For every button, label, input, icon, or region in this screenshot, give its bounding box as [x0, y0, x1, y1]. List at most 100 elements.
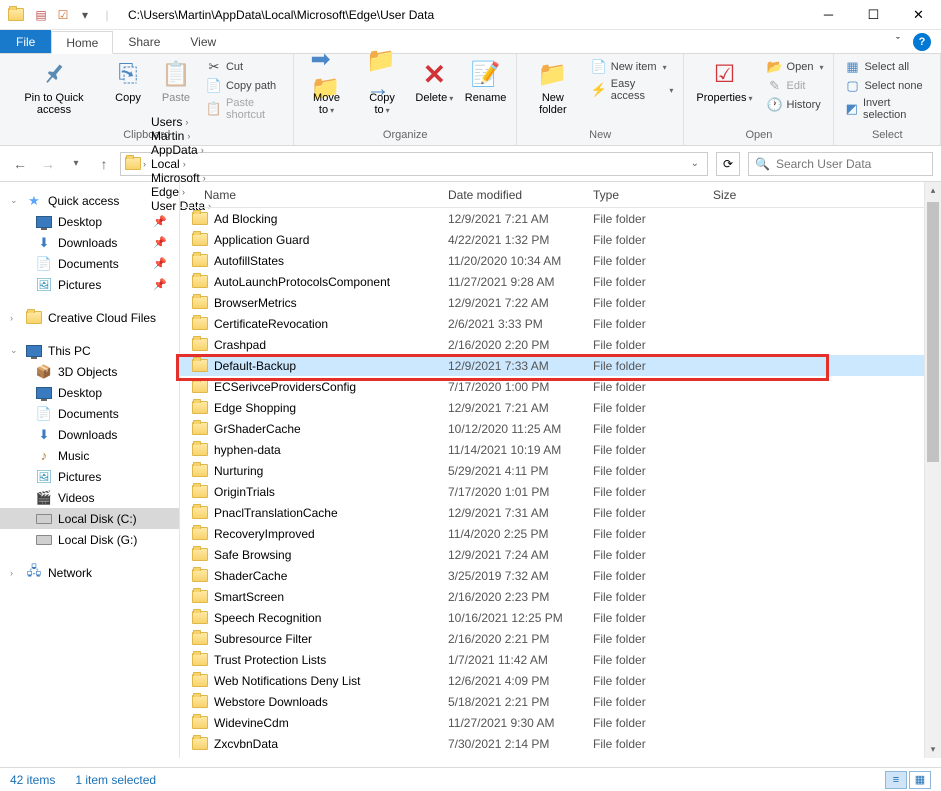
table-row[interactable]: Application Guard4/22/2021 1:32 PMFile f…: [180, 229, 941, 250]
rename-button[interactable]: 📝 Rename: [461, 56, 510, 106]
col-name[interactable]: Name: [180, 188, 440, 202]
icons-view-button[interactable]: ▦: [909, 771, 931, 789]
nav-quick-access[interactable]: ⌄★Quick access: [0, 190, 179, 211]
col-type[interactable]: Type: [585, 188, 705, 202]
table-row[interactable]: WidevineCdm11/27/2021 9:30 AMFile folder: [180, 712, 941, 733]
delete-button[interactable]: ✕ Delete▾: [412, 56, 458, 106]
tab-home[interactable]: Home: [51, 31, 113, 54]
minimize-button[interactable]: ─: [806, 0, 851, 30]
easy-access-button[interactable]: ⚡Easy access▾: [587, 77, 678, 103]
table-row[interactable]: Safe Browsing12/9/2021 7:24 AMFile folde…: [180, 544, 941, 565]
select-all-button[interactable]: ▦Select all: [840, 58, 934, 76]
new-item-button[interactable]: 📄New item▾: [587, 58, 678, 76]
breadcrumb[interactable]: Martin›: [148, 129, 214, 143]
recent-dropdown[interactable]: ▾: [64, 152, 88, 176]
nav-3d[interactable]: 📦3D Objects: [0, 361, 179, 382]
table-row[interactable]: PnaclTranslationCache12/9/2021 7:31 AMFi…: [180, 502, 941, 523]
table-row[interactable]: RecoveryImproved11/4/2020 2:25 PMFile fo…: [180, 523, 941, 544]
scroll-down-icon[interactable]: ▾: [925, 741, 941, 758]
invert-selection-button[interactable]: ◩Invert selection: [840, 96, 934, 122]
nav-downloads[interactable]: ⬇Downloads📌: [0, 232, 179, 253]
copy-button[interactable]: ⎘ Copy: [106, 56, 150, 106]
table-row[interactable]: Subresource Filter2/16/2020 2:21 PMFile …: [180, 628, 941, 649]
table-row[interactable]: OriginTrials7/17/2020 1:01 PMFile folder: [180, 481, 941, 502]
paste-button[interactable]: 📋 Paste: [154, 56, 198, 106]
table-row[interactable]: Webstore Downloads5/18/2021 2:21 PMFile …: [180, 691, 941, 712]
table-row[interactable]: hyphen-data11/14/2021 10:19 AMFile folde…: [180, 439, 941, 460]
file-date: 12/6/2021 4:09 PM: [440, 674, 585, 688]
pin-to-quick-access-button[interactable]: Pin to Quick access: [6, 56, 102, 118]
nav-ccf[interactable]: ›Creative Cloud Files: [0, 307, 179, 328]
col-size[interactable]: Size: [705, 188, 785, 202]
table-row[interactable]: GrShaderCache10/12/2020 11:25 AMFile fol…: [180, 418, 941, 439]
qat-properties-icon[interactable]: ▤: [32, 6, 50, 24]
table-row[interactable]: Web Notifications Deny List12/6/2021 4:0…: [180, 670, 941, 691]
address-dropdown-icon[interactable]: ⌄: [687, 158, 703, 169]
table-row[interactable]: ECSerivceProvidersConfig7/17/2020 1:00 P…: [180, 376, 941, 397]
scroll-thumb[interactable]: [927, 202, 939, 462]
up-button[interactable]: ↑: [92, 152, 116, 176]
table-row[interactable]: CertificateRevocation2/6/2021 3:33 PMFil…: [180, 313, 941, 334]
tab-file[interactable]: File: [0, 30, 51, 53]
forward-button[interactable]: →: [36, 152, 60, 176]
table-row[interactable]: Default-Backup12/9/2021 7:33 AMFile fold…: [180, 355, 941, 376]
help-icon[interactable]: ?: [913, 33, 931, 51]
breadcrumb[interactable]: AppData›: [148, 143, 214, 157]
search-input[interactable]: 🔍 Search User Data: [748, 152, 933, 176]
table-row[interactable]: Edge Shopping12/9/2021 7:21 AMFile folde…: [180, 397, 941, 418]
select-none-button[interactable]: ▢Select none: [840, 77, 934, 95]
address-bar[interactable]: › Users›Martin›AppData›Local›Microsoft›E…: [120, 152, 708, 176]
tab-share[interactable]: Share: [113, 30, 175, 53]
table-row[interactable]: ZxcvbnData7/30/2021 2:14 PMFile folder: [180, 733, 941, 754]
scrollbar[interactable]: ▴ ▾: [924, 182, 941, 758]
table-row[interactable]: Speech Recognition10/16/2021 12:25 PMFil…: [180, 607, 941, 628]
close-button[interactable]: ✕: [896, 0, 941, 30]
table-row[interactable]: Trust Protection Lists1/7/2021 11:42 AMF…: [180, 649, 941, 670]
edit-button[interactable]: ✎Edit: [763, 77, 828, 95]
maximize-button[interactable]: ☐: [851, 0, 896, 30]
nav-music[interactable]: ♪Music: [0, 445, 179, 466]
file-date: 11/27/2021 9:30 AM: [440, 716, 585, 730]
breadcrumb[interactable]: Local›: [148, 157, 214, 171]
ribbon-collapse-icon[interactable]: ˇ: [889, 33, 907, 51]
file-name: Subresource Filter: [214, 632, 312, 646]
table-row[interactable]: Crashpad2/16/2020 2:20 PMFile folder: [180, 334, 941, 355]
back-button[interactable]: ←: [8, 152, 32, 176]
copy-path-button[interactable]: 📄Copy path: [202, 77, 287, 95]
nav-documents2[interactable]: 📄Documents: [0, 403, 179, 424]
nav-pictures[interactable]: 🖼Pictures📌: [0, 274, 179, 295]
tab-view[interactable]: View: [175, 30, 231, 53]
nav-disk-c[interactable]: Local Disk (C:): [0, 508, 179, 529]
table-row[interactable]: ShaderCache3/25/2019 7:32 AMFile folder: [180, 565, 941, 586]
nav-desktop2[interactable]: Desktop: [0, 382, 179, 403]
nav-network[interactable]: ›🖧Network: [0, 562, 179, 583]
nav-documents[interactable]: 📄Documents📌: [0, 253, 179, 274]
table-row[interactable]: Ad Blocking12/9/2021 7:21 AMFile folder: [180, 208, 941, 229]
new-folder-button[interactable]: 📁 New folder: [523, 56, 583, 118]
nav-desktop[interactable]: Desktop📌: [0, 211, 179, 232]
qat-checkbox-icon[interactable]: ☑: [54, 6, 72, 24]
table-row[interactable]: SmartScreen2/16/2020 2:23 PMFile folder: [180, 586, 941, 607]
table-row[interactable]: BrowserMetrics12/9/2021 7:22 AMFile fold…: [180, 292, 941, 313]
nav-disk-g[interactable]: Local Disk (G:): [0, 529, 179, 550]
details-view-button[interactable]: ≡: [885, 771, 907, 789]
refresh-button[interactable]: ⟳: [716, 152, 740, 176]
open-button[interactable]: 📂Open▾: [763, 58, 828, 76]
move-to-button[interactable]: ➡📁 Move to▾: [300, 56, 352, 118]
nav-downloads2[interactable]: ⬇Downloads: [0, 424, 179, 445]
nav-pictures2[interactable]: 🖼Pictures: [0, 466, 179, 487]
table-row[interactable]: Nurturing5/29/2021 4:11 PMFile folder: [180, 460, 941, 481]
table-row[interactable]: AutofillStates11/20/2020 10:34 AMFile fo…: [180, 250, 941, 271]
table-row[interactable]: AutoLaunchProtocolsComponent11/27/2021 9…: [180, 271, 941, 292]
qat-overflow-icon[interactable]: ▾: [76, 6, 94, 24]
scroll-up-icon[interactable]: ▴: [925, 182, 941, 199]
file-list[interactable]: Ad Blocking12/9/2021 7:21 AMFile folderA…: [180, 208, 941, 758]
paste-shortcut-button[interactable]: 📋Paste shortcut: [202, 96, 287, 122]
copy-to-button[interactable]: 📁→ Copy to▾: [357, 56, 408, 118]
nav-videos[interactable]: 🎬Videos: [0, 487, 179, 508]
history-button[interactable]: 🕐History: [763, 96, 828, 114]
col-date[interactable]: Date modified: [440, 188, 585, 202]
properties-button[interactable]: ☑ Properties▾: [690, 56, 758, 106]
nav-this-pc[interactable]: ⌄This PC: [0, 340, 179, 361]
cut-button[interactable]: ✂Cut: [202, 58, 287, 76]
